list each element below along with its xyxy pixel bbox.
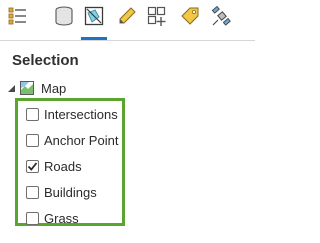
list-by-perspective-imagery-button[interactable] <box>208 5 234 31</box>
checkmark-icon <box>27 161 38 171</box>
layer-item-grass[interactable]: Grass <box>26 209 79 227</box>
layer-label: Buildings <box>44 184 97 200</box>
list-by-drawing-order-button[interactable] <box>4 5 30 31</box>
list-by-labeling-button[interactable] <box>177 5 203 31</box>
layer-label: Grass <box>44 210 79 226</box>
intersections-checkbox[interactable] <box>26 107 39 121</box>
contents-toolbar <box>0 0 255 41</box>
buildings-checkbox[interactable] <box>26 185 39 199</box>
roads-checkbox[interactable] <box>26 159 39 173</box>
list-by-snapping-icon <box>146 5 168 32</box>
list-by-perspective-imagery-icon <box>210 5 232 32</box>
list-by-selection-button[interactable] <box>81 5 107 40</box>
grass-checkbox[interactable] <box>26 211 39 225</box>
layer-item-intersections[interactable]: Intersections <box>26 105 118 123</box>
list-by-data-source-icon <box>53 5 75 32</box>
list-by-data-source-button[interactable] <box>51 5 77 31</box>
map-tree-node[interactable]: Map <box>6 79 66 97</box>
list-by-snapping-button[interactable] <box>144 5 170 31</box>
layer-item-buildings[interactable]: Buildings <box>26 183 97 201</box>
expand-collapse-icon[interactable] <box>6 83 16 93</box>
layer-label: Anchor Point <box>44 132 119 148</box>
panel-heading: Selection <box>12 52 79 69</box>
layer-item-anchor-point[interactable]: Anchor Point <box>26 131 118 149</box>
list-by-selection-icon <box>83 5 105 32</box>
map-icon <box>19 80 35 96</box>
layer-list-highlight: Intersections Anchor Point Roads Buildin… <box>15 98 125 226</box>
anchor-point-checkbox[interactable] <box>26 133 39 147</box>
map-label: Map <box>41 80 67 96</box>
layer-label: Roads <box>44 158 82 174</box>
list-by-editing-button[interactable] <box>114 5 140 31</box>
list-by-editing-icon <box>116 5 138 32</box>
list-by-labeling-icon <box>179 5 201 32</box>
list-by-drawing-order-icon <box>6 5 28 32</box>
layer-label: Intersections <box>44 106 118 122</box>
layer-item-roads[interactable]: Roads <box>26 157 82 175</box>
